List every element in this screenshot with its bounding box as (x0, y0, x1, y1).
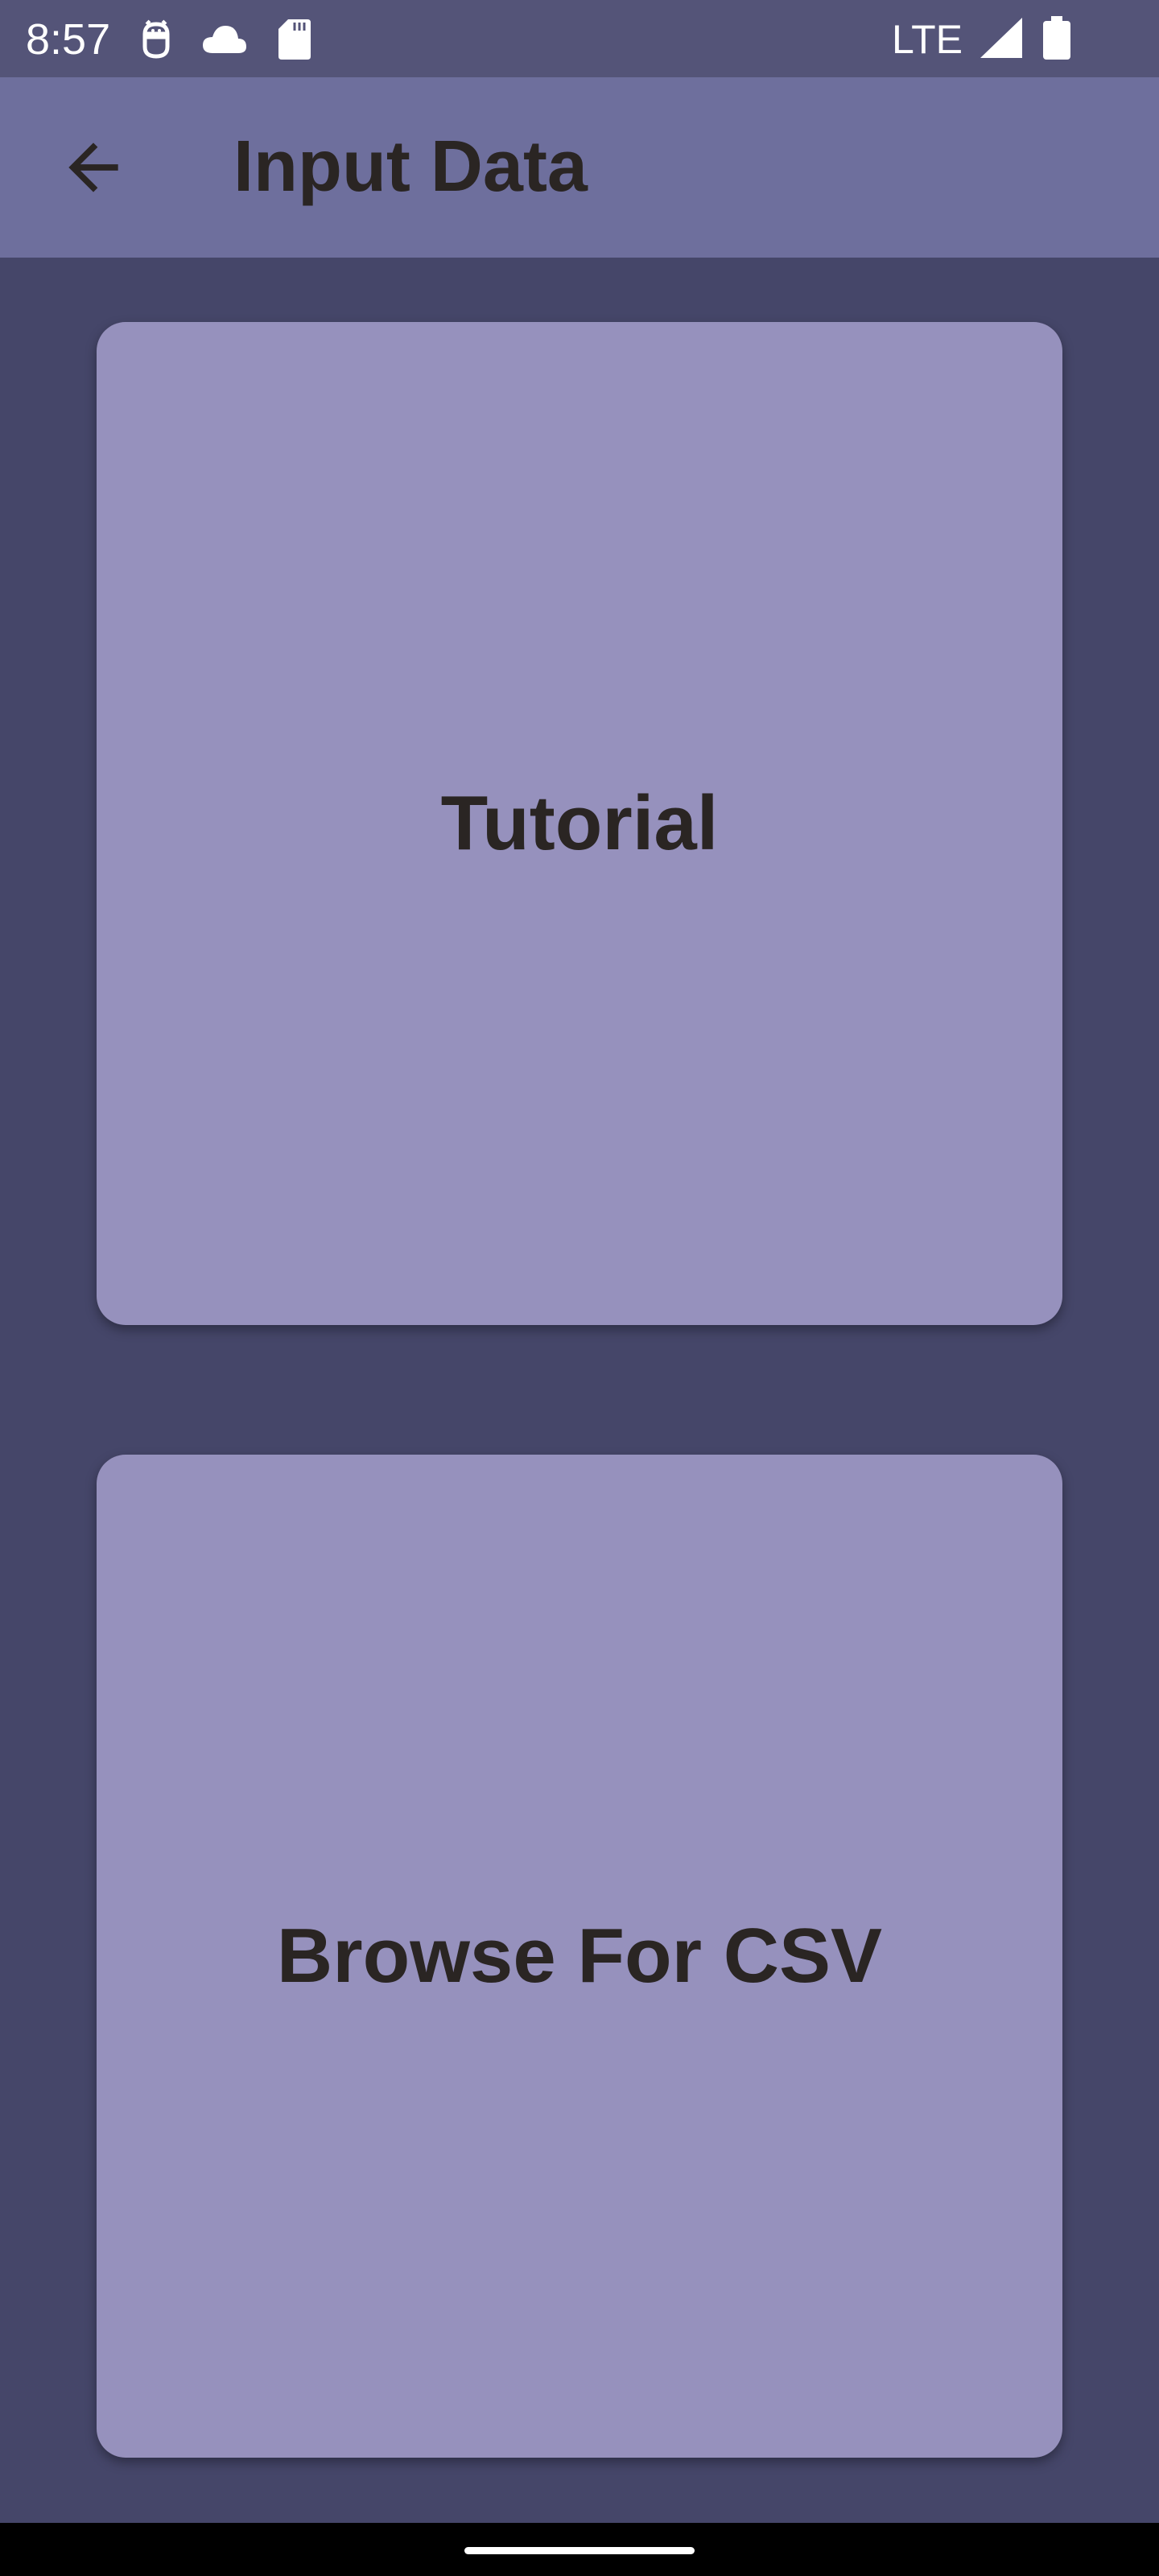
page-title: Input Data (233, 126, 588, 207)
navigation-bar (0, 2523, 1159, 2576)
browse-csv-button[interactable]: Browse For CSV (97, 1455, 1062, 2458)
battery-icon (1043, 16, 1070, 60)
arrow-left-icon[interactable] (56, 130, 130, 204)
home-gesture-handle[interactable] (464, 2547, 695, 2554)
network-type: LTE (892, 17, 963, 62)
browse-csv-label: Browse For CSV (276, 1913, 883, 1999)
sd-card-icon (278, 19, 311, 60)
cloud-icon (203, 26, 246, 53)
signal-icon (980, 18, 1022, 58)
status-bar: 8:57 LTE (0, 0, 1159, 77)
status-time: 8:57 (26, 15, 111, 64)
tutorial-button[interactable]: Tutorial (97, 322, 1062, 1325)
tutorial-label: Tutorial (440, 780, 719, 866)
app-bar: Input Data (0, 77, 1159, 258)
android-debug-icon (142, 19, 170, 59)
